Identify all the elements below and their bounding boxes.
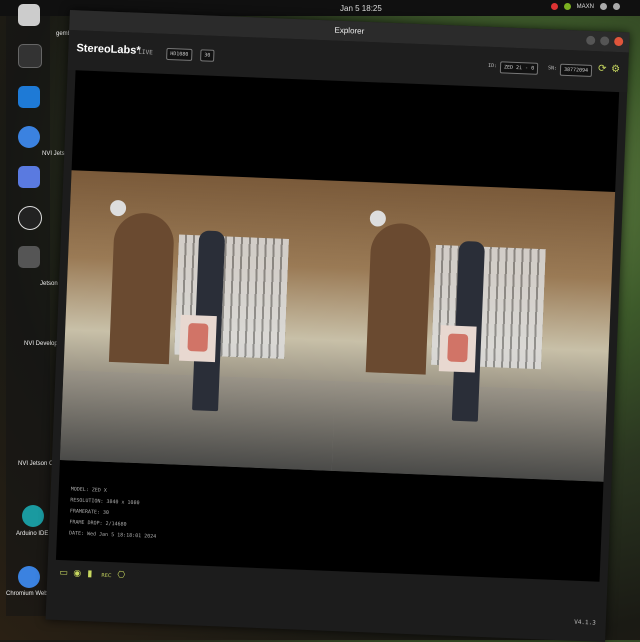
files-icon[interactable] (18, 4, 40, 26)
stereo-video-frame (59, 170, 616, 482)
obs-icon[interactable] (18, 206, 42, 230)
window-controls (586, 35, 624, 47)
text-editor-icon[interactable] (18, 166, 40, 188)
serial-number-label: SN: (547, 65, 558, 72)
desktop-icon-label[interactable]: NVI Develop (24, 340, 58, 348)
vscode-icon[interactable] (18, 86, 40, 108)
system-clock[interactable]: Jan 5 18:25 (340, 4, 382, 13)
right-camera-image (331, 181, 615, 482)
camera-select[interactable]: ZED 2i - 0 (499, 61, 539, 75)
resolution-select[interactable]: HD1080 (166, 47, 193, 61)
desktop-icon-label[interactable]: Arduino IDE (16, 530, 48, 538)
arduino-icon[interactable] (22, 505, 44, 527)
rec-label[interactable]: REC (101, 573, 111, 579)
explorer-window: Explorer StereoLabs* LIVE HD1080 30 ID: … (45, 10, 630, 642)
live-label: LIVE (138, 48, 153, 57)
nvidia-icon[interactable] (563, 3, 571, 10)
chromium-icon[interactable] (18, 126, 40, 148)
svo-icon[interactable]: ▮ (87, 569, 92, 579)
serial-number-field[interactable]: 38772094 (559, 63, 593, 77)
refresh-icon[interactable]: ⟳ (598, 63, 607, 74)
network-icon[interactable] (600, 3, 607, 10)
settings-gear-icon[interactable]: ⚙ (611, 64, 620, 75)
video-viewer[interactable]: MODEL: ZED X RESOLUTION: 3840 x 1080 FRA… (55, 70, 620, 582)
folder-icon[interactable]: ▭ (59, 568, 68, 578)
chromium-desktop-icon[interactable] (18, 566, 40, 588)
window-title: Explorer (334, 25, 365, 36)
app-icon[interactable] (18, 246, 40, 268)
power-icon[interactable] (613, 3, 620, 10)
left-camera-image (59, 170, 343, 471)
terminal-icon[interactable] (18, 44, 42, 68)
brand-logo: StereoLabs* (76, 42, 141, 57)
maximize-button[interactable] (600, 36, 610, 46)
version-label: V4.1.3 (574, 618, 596, 627)
info-date: DATE: Wed Jan 5 18:18:01 2024 (68, 530, 157, 540)
camera-id-label: ID: (487, 62, 498, 70)
power-mode-label[interactable]: MAXN (577, 4, 594, 10)
camera-info-panel: MODEL: ZED X RESOLUTION: 3840 x 1080 FRA… (69, 484, 158, 542)
close-button[interactable] (613, 36, 624, 47)
minimize-button[interactable] (586, 35, 596, 46)
record-icon[interactable]: ◉ (73, 569, 81, 579)
camera-icon[interactable]: ⎔ (117, 570, 125, 580)
fps-select[interactable]: 30 (200, 49, 215, 62)
system-tray: MAXN (550, 3, 620, 10)
notification-icon[interactable] (550, 3, 558, 10)
